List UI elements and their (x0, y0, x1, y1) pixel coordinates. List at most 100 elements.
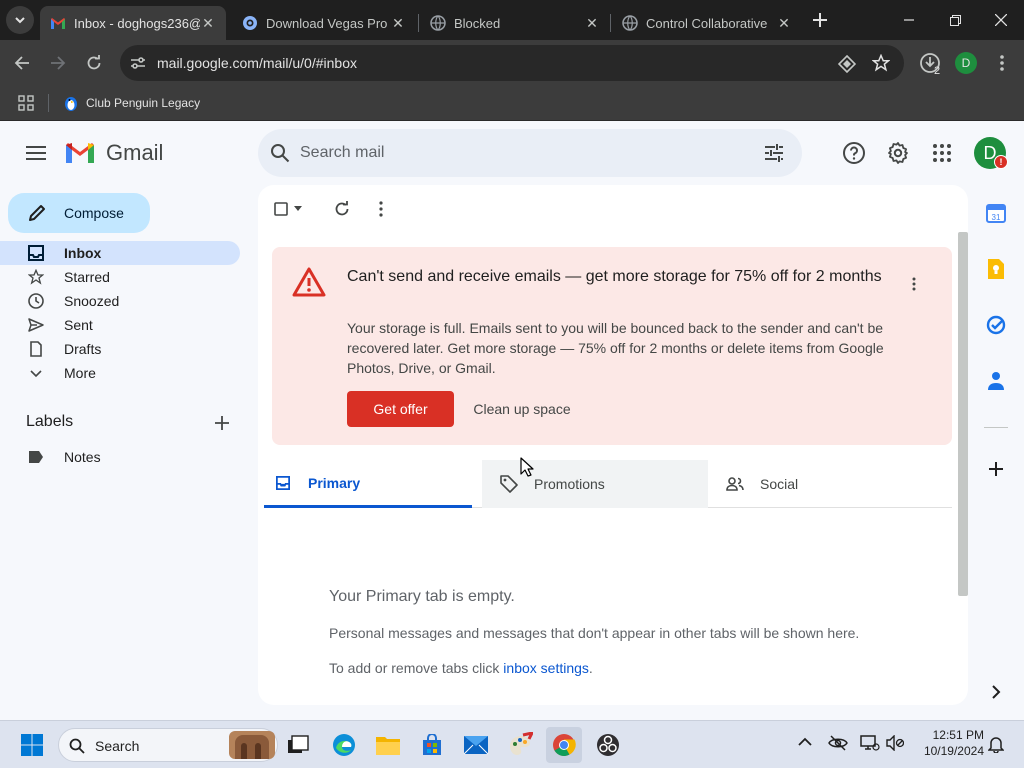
hint-suffix: . (588, 660, 593, 676)
contacts-app-button[interactable] (984, 369, 1008, 393)
get-offer-button[interactable]: Get offer (347, 391, 454, 427)
browser-tab-blocked[interactable]: Blocked ✕ (420, 6, 610, 40)
bookmark-star-icon[interactable] (872, 54, 890, 72)
tab-social[interactable]: Social (708, 460, 934, 508)
browser-tab-vegas[interactable]: Download Vegas Pro b ✕ (232, 6, 416, 40)
more-actions-button[interactable] (379, 201, 383, 217)
tab-title: Inbox - doghogs236@ (74, 15, 200, 31)
apps-button[interactable] (18, 95, 34, 111)
arrow-left-icon (14, 56, 29, 70)
chrome-app[interactable] (546, 727, 582, 763)
sidebar-item-more[interactable]: More (0, 361, 240, 385)
tab-title: Download Vegas Pro b (266, 15, 390, 31)
chevron-down-icon (15, 17, 25, 24)
settings-button[interactable] (886, 141, 910, 165)
gmail-logo-icon (66, 143, 94, 163)
chrome-icon (553, 734, 576, 756)
main-scrollbar[interactable] (958, 232, 968, 596)
reload-button[interactable] (80, 49, 108, 77)
back-button[interactable] (8, 49, 36, 77)
start-button[interactable] (14, 727, 50, 763)
extension-diamond-icon[interactable] (838, 55, 856, 73)
profile-button[interactable]: D (952, 49, 980, 77)
chrome-menu-button[interactable] (988, 49, 1016, 77)
tab-primary[interactable]: Primary (264, 460, 472, 508)
mail-app[interactable] (458, 727, 494, 763)
search-options-icon[interactable] (764, 143, 784, 163)
paint-app[interactable] (502, 727, 538, 763)
people-icon (726, 477, 744, 491)
site-settings-icon[interactable] (130, 55, 146, 71)
mouse-cursor-icon (520, 457, 534, 477)
labels-heading: Labels (26, 413, 74, 430)
close-tab-icon[interactable]: ✕ (200, 15, 216, 31)
clean-up-space-button[interactable]: Clean up space (462, 391, 582, 427)
refresh-button[interactable] (334, 201, 350, 217)
inbox-settings-link[interactable]: inbox settings (503, 660, 589, 676)
gmail-logo[interactable]: Gmail (64, 140, 163, 166)
calendar-app-button[interactable]: 31 (984, 201, 1008, 225)
keep-app-button[interactable] (984, 257, 1008, 281)
mail-icon (463, 736, 489, 755)
tab-search-button[interactable] (6, 6, 34, 34)
account-button[interactable]: D ! (974, 137, 1008, 169)
search-input[interactable]: Search mail (300, 144, 384, 162)
sidebar-item-label: Sent (64, 317, 93, 333)
main-menu-button[interactable] (24, 141, 48, 165)
sidebar-item-starred[interactable]: Starred (0, 265, 240, 289)
address-bar[interactable]: mail.google.com/mail/u/0/#inbox (120, 45, 904, 81)
help-button[interactable] (842, 141, 866, 165)
browser-tab-control[interactable]: Control Collaborative ✕ (612, 6, 802, 40)
select-all-checkbox[interactable] (274, 202, 306, 216)
task-view-button[interactable] (280, 727, 316, 763)
create-label-button[interactable] (214, 415, 230, 431)
tray-network-icon[interactable] (860, 735, 880, 751)
task-view-icon (288, 735, 309, 753)
sidebar-item-snoozed[interactable]: Snoozed (0, 289, 240, 313)
banner-more-button[interactable] (912, 277, 916, 291)
restore-window-button[interactable] (932, 0, 978, 40)
expand-side-panel-button[interactable] (984, 680, 1008, 704)
tray-eye-icon[interactable] (828, 735, 848, 751)
new-tab-button[interactable] (806, 6, 834, 34)
search-bar[interactable]: Search mail (258, 129, 802, 177)
forward-button[interactable] (44, 49, 72, 77)
volume-muted-icon (886, 735, 904, 751)
sidebar-item-inbox[interactable]: Inbox (0, 241, 240, 265)
close-tab-icon[interactable]: ✕ (776, 15, 792, 31)
reload-icon (87, 55, 101, 70)
clock[interactable]: 12:51 PM 10/19/2024 (912, 727, 984, 759)
get-addons-button[interactable] (984, 457, 1008, 481)
close-tab-icon[interactable]: ✕ (390, 15, 406, 31)
store-app[interactable] (414, 727, 450, 763)
compose-button[interactable]: Compose (8, 193, 150, 233)
globe-icon (622, 15, 638, 31)
notifications-button[interactable] (988, 735, 1004, 753)
tab-promotions[interactable]: Promotions (482, 460, 708, 508)
search-icon[interactable] (270, 143, 290, 163)
close-window-button[interactable] (978, 0, 1024, 40)
url-text[interactable]: mail.google.com/mail/u/0/#inbox (157, 55, 357, 71)
sidebar-label-notes[interactable]: Notes (0, 445, 240, 469)
downloads-button[interactable]: 2 (916, 49, 944, 77)
edge-app[interactable] (326, 727, 362, 763)
obs-app[interactable] (590, 727, 626, 763)
file-explorer-app[interactable] (370, 727, 406, 763)
bookmark-club-penguin[interactable]: Club Penguin Legacy (62, 92, 200, 114)
gmail-favicon-icon (51, 17, 65, 29)
show-hidden-icons-button[interactable] (798, 737, 812, 747)
google-apps-button[interactable] (932, 143, 952, 163)
tasks-app-button[interactable] (984, 313, 1008, 337)
network-icon (860, 735, 880, 751)
sidebar-item-drafts[interactable]: Drafts (0, 337, 240, 361)
close-tab-icon[interactable]: ✕ (584, 15, 600, 31)
taskbar-search[interactable]: Search (58, 728, 278, 762)
pencil-icon (29, 205, 45, 221)
sidebar-item-label: Starred (64, 269, 110, 285)
browser-tab-inbox[interactable]: Inbox - doghogs236@ ✕ (40, 6, 226, 40)
sidebar-item-label: Drafts (64, 341, 102, 357)
more-vert-icon (379, 201, 383, 217)
sidebar-item-sent[interactable]: Sent (0, 313, 240, 337)
tray-volume-icon[interactable] (886, 735, 904, 751)
minimize-window-button[interactable] (886, 0, 932, 40)
